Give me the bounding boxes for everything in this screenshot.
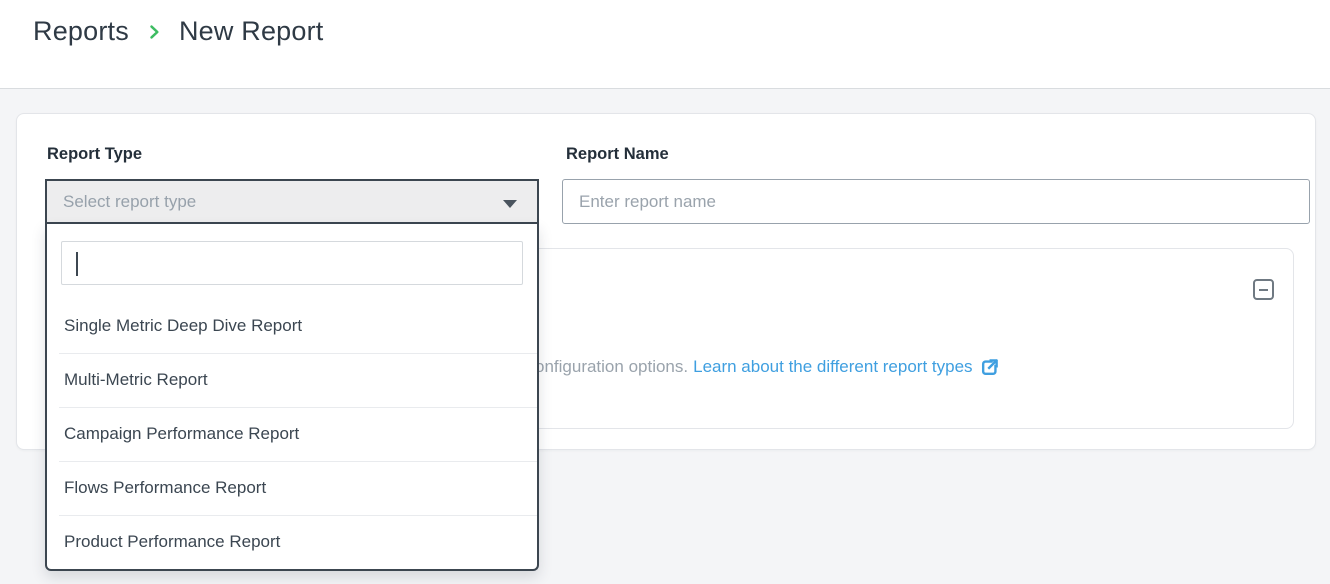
new-report-card: Report Type Report Name onfiguration opt…	[16, 113, 1316, 450]
learn-about-report-types-link[interactable]: Learn about the different report types	[693, 355, 998, 379]
info-text-line: onfiguration options. Learn about the di…	[535, 355, 999, 379]
report-type-option[interactable]: Single Metric Deep Dive Report	[47, 299, 537, 353]
breadcrumb: Reports New Report	[33, 12, 324, 50]
page-header: Reports New Report	[0, 0, 1330, 89]
new-report-page: Reports New Report Report Type Report Na…	[0, 0, 1330, 584]
report-type-label: Report Type	[47, 145, 142, 164]
breadcrumb-reports-link[interactable]: Reports	[33, 16, 129, 47]
chevron-right-icon	[144, 22, 164, 42]
report-type-option[interactable]: Campaign Performance Report	[47, 407, 537, 461]
report-name-input[interactable]	[562, 179, 1310, 224]
external-link-icon	[980, 358, 999, 377]
report-type-options-list: Single Metric Deep Dive Report Multi-Met…	[47, 299, 537, 569]
minus-square-icon[interactable]	[1253, 279, 1274, 300]
report-type-option[interactable]: Multi-Metric Report	[47, 353, 537, 407]
report-type-dropdown: Single Metric Deep Dive Report Multi-Met…	[45, 224, 539, 571]
text-cursor	[76, 252, 78, 276]
report-type-option[interactable]: Flows Performance Report	[47, 461, 537, 515]
report-name-label: Report Name	[566, 145, 669, 164]
report-type-select-placeholder: Select report type	[63, 192, 196, 212]
info-text-fragment: onfiguration options.	[535, 355, 688, 379]
dropdown-search-input[interactable]	[61, 241, 523, 285]
report-type-combobox: Select report type Single Metric Deep Di…	[45, 179, 539, 224]
report-type-option[interactable]: Product Performance Report	[47, 515, 537, 569]
caret-down-icon	[503, 200, 517, 208]
breadcrumb-current-page: New Report	[179, 16, 324, 47]
learn-link-label: Learn about the different report types	[693, 355, 972, 379]
report-type-select[interactable]: Select report type	[45, 179, 539, 224]
